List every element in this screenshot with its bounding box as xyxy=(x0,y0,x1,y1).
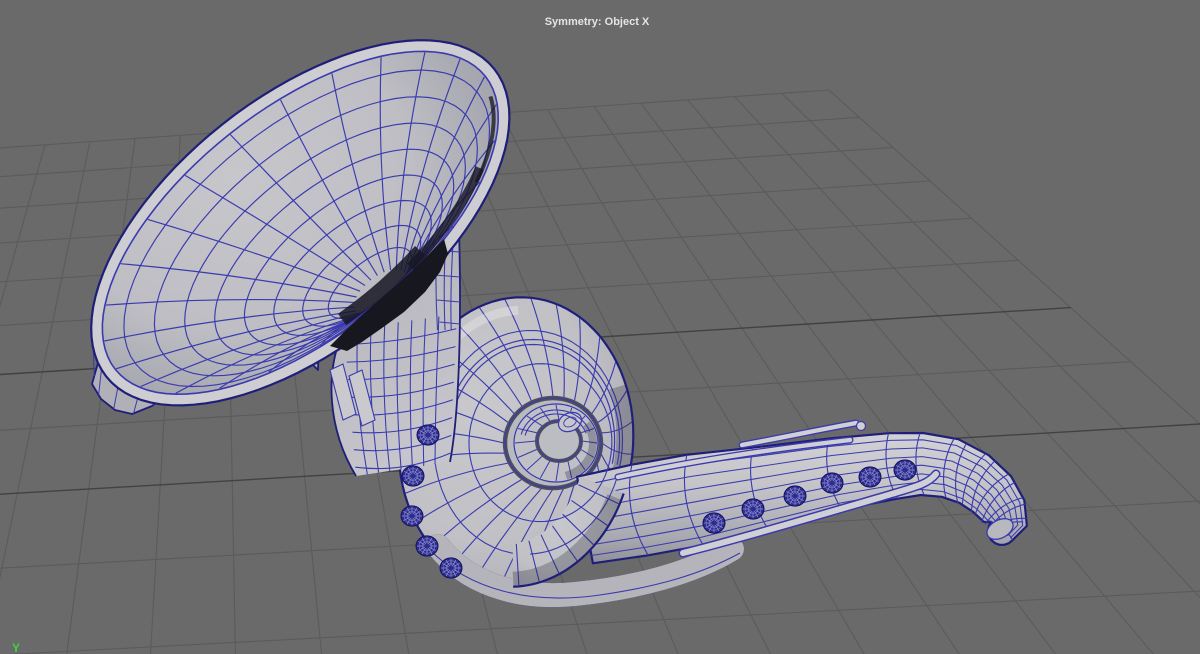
svg-text:Symmetry: Object X: Symmetry: Object X xyxy=(545,16,650,28)
svg-text:Y: Y xyxy=(12,641,20,654)
